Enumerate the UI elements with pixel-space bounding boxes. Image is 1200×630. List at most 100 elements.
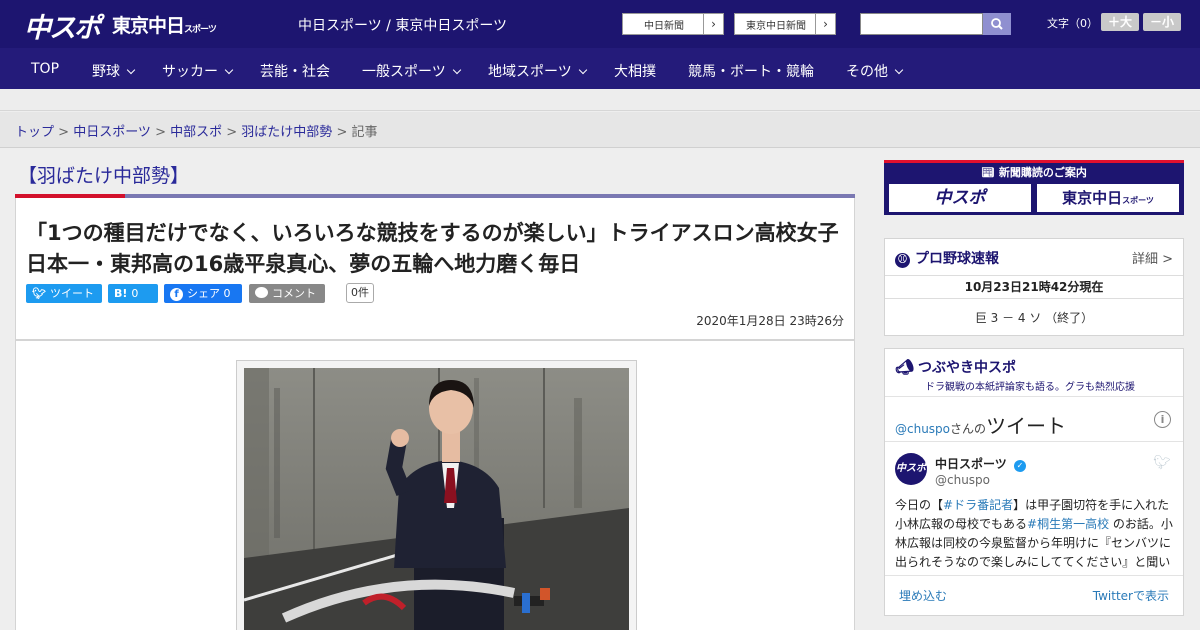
breadcrumb-link-chunichi-sports[interactable]: 中日スポーツ	[73, 125, 151, 140]
chevron-down-icon	[126, 65, 136, 75]
tweet-button[interactable]: 🐦︎ ツイート	[26, 284, 102, 303]
subscription-banner[interactable]: 📰︎ 新聞購読のご案内 中スポ 東京中日スポーツ	[884, 160, 1184, 215]
nav-item-regional-sports[interactable]: 地域スポーツ	[488, 61, 587, 81]
ad-strip	[0, 89, 1200, 111]
article-photo[interactable]	[244, 368, 629, 630]
subscription-title-text: 新聞購読のご案内	[998, 166, 1087, 179]
tweet-account-handle[interactable]: @chuspo	[935, 473, 990, 487]
breadcrumb-bar: トップ > 中日スポーツ > 中部スポ > 羽ばたけ中部勢 > 記事	[0, 112, 1200, 148]
comment-count[interactable]: 0件	[346, 283, 374, 303]
nav-item-baseball[interactable]: 野球	[92, 61, 136, 81]
comment-icon	[255, 287, 268, 298]
tsubuyaki-subtitle: ドラ観戦の本紙評論家も語る。グラも熱烈応援	[925, 382, 1135, 393]
top-header: 中スポ 東京中日スポーツ 中日スポーツ / 東京中日スポーツ 中日新聞 › 東京…	[0, 0, 1200, 48]
subscribe-tokyo-logo-sub: スポーツ	[1122, 196, 1154, 205]
nav-label: 一般スポーツ	[362, 64, 446, 80]
chunichi-shimbun-button[interactable]: 中日新聞 ›	[622, 13, 724, 35]
tokyo-chunichi-logo[interactable]: 東京中日スポーツ	[112, 11, 217, 38]
chevron-down-icon	[894, 65, 904, 75]
article-photo-frame	[236, 360, 637, 630]
nav-item-sumo[interactable]: 大相撲	[614, 61, 656, 81]
newspaper-icon: 📰︎	[981, 166, 999, 179]
breadcrumb-current: 記事	[351, 125, 378, 140]
baseball-score[interactable]: 巨 3 － 4 ソ （終了）	[885, 309, 1183, 326]
pro-baseball-title: ⚾︎ プロ野球速報	[895, 248, 999, 268]
tsubuyaki-widget: 📣︎ つぶやき中スポ ドラ観戦の本紙評論家も語る。グラも熱烈応援 @chuspoさ…	[884, 348, 1184, 616]
tweet-label: ツイート	[49, 287, 94, 300]
chevron-down-icon	[224, 65, 234, 75]
nav-item-general-sports[interactable]: 一般スポーツ	[362, 61, 461, 81]
hatena-bookmark-button[interactable]: B! 0	[108, 284, 158, 303]
twitter-bird-icon[interactable]: 🐦︎	[1153, 455, 1171, 471]
nav-item-top[interactable]: TOP	[31, 61, 59, 77]
section-title: 【羽ばたけ中部勢】	[18, 165, 190, 187]
nav-label: 地域スポーツ	[488, 64, 572, 80]
timeline-word: ツイート	[986, 414, 1067, 438]
timeline-handle-link[interactable]: @chuspo	[895, 422, 950, 436]
nav-label: 野球	[92, 64, 120, 80]
twitter-timeline-header: @chuspoさんのツイート i	[885, 396, 1183, 442]
tokyo-chunichi-shimbun-button[interactable]: 東京中日新聞 ›	[734, 13, 836, 35]
breadcrumb-link-habatake[interactable]: 羽ばたけ中部勢	[241, 125, 332, 140]
facebook-share-label: シェア 0	[187, 287, 231, 300]
nav-label: その他	[846, 64, 888, 80]
chevron-down-icon	[452, 65, 461, 75]
chuspo-logo[interactable]: 中スポ	[24, 6, 101, 45]
site-names: 中日スポーツ / 東京中日スポーツ	[298, 18, 508, 34]
embed-link[interactable]: 埋め込む	[899, 587, 947, 604]
nav-label: 競馬・ボート・競輪	[688, 64, 814, 80]
hashtag-link[interactable]: #ドラ番記者	[943, 498, 1013, 512]
article-headline: 「1つの種目だけでなく、いろいろな競技をするのが楽しい」トライアスロン高校女子日…	[26, 221, 839, 276]
baseball-icon: ⚾︎	[895, 253, 910, 268]
hatena-count: 0	[131, 287, 139, 300]
chevron-down-icon	[578, 65, 587, 75]
breadcrumb-link-top[interactable]: トップ	[15, 125, 54, 140]
comment-button[interactable]: コメント	[249, 284, 325, 303]
tokyo-logo-sub: スポーツ	[184, 25, 217, 35]
breadcrumb: トップ > 中日スポーツ > 中部スポ > 羽ばたけ中部勢 > 記事	[15, 121, 378, 140]
breadcrumb-separator: >	[332, 125, 352, 140]
font-size-increase-button[interactable]: ＋大	[1101, 13, 1139, 31]
tweet-text-part: 今日の【	[895, 498, 944, 512]
timeline-footer: 埋め込む Twitterで表示	[885, 575, 1183, 615]
chevron-right-icon: ›	[815, 14, 835, 34]
nav-label: TOP	[31, 61, 60, 77]
article-photo-card	[15, 340, 855, 630]
account-name-text: 中日スポーツ	[935, 457, 1007, 471]
article-header: 「1つの種目だけでなく、いろいろな競技をするのが楽しい」トライアスロン高校女子日…	[15, 198, 855, 340]
hatena-icon: B!	[114, 287, 128, 300]
nav-label: 芸能・社会	[260, 64, 330, 80]
pro-baseball-widget: ⚾︎ プロ野球速報 詳細 > 10月23日21時42分現在 巨 3 － 4 ソ （…	[884, 238, 1184, 336]
nav-item-soccer[interactable]: サッカー	[162, 61, 234, 81]
comment-label: コメント	[272, 287, 316, 300]
tokyo-logo-text: 東京中日	[112, 15, 185, 37]
info-icon[interactable]: i	[1154, 411, 1171, 428]
chuspo-avatar[interactable]: 中スポ	[895, 453, 927, 485]
view-on-twitter-link[interactable]: Twitterで表示	[1093, 587, 1169, 604]
main-nav: TOP 野球 サッカー 芸能・社会 一般スポーツ 地域スポーツ 大相撲 競馬・ボ…	[0, 48, 1200, 89]
nav-item-other[interactable]: その他	[846, 61, 904, 81]
search-button[interactable]	[983, 13, 1011, 35]
baseball-detail-link[interactable]: 詳細 >	[1132, 248, 1173, 267]
article-date: 2020年1月28日 23時26分	[696, 314, 844, 328]
tweet-text: 今日の【#ドラ番記者】は甲子園切符を手に入れた小林広報の母校でもある#桐生第一高…	[895, 496, 1175, 570]
twitter-icon: 🐦︎	[32, 287, 46, 300]
breadcrumb-link-chubu-spo[interactable]: 中部スポ	[170, 125, 222, 140]
nav-item-racing[interactable]: 競馬・ボート・競輪	[688, 61, 814, 81]
subscribe-tokyo-logo[interactable]: 東京中日スポーツ	[1036, 183, 1180, 213]
nav-label: サッカー	[162, 64, 218, 80]
search-input[interactable]	[860, 13, 983, 35]
breadcrumb-separator: >	[150, 125, 171, 140]
pro-baseball-title-text: プロ野球速報	[915, 251, 999, 267]
facebook-icon: f	[170, 288, 183, 301]
font-size-label: 文字（0）	[1047, 17, 1098, 30]
font-size-decrease-button[interactable]: －小	[1143, 13, 1181, 31]
nav-item-entertainment[interactable]: 芸能・社会	[260, 61, 330, 81]
tweet-account-name[interactable]: 中日スポーツ ✓	[935, 455, 1026, 472]
timeline-suffix: さんの	[950, 422, 987, 436]
subscribe-chuspo-logo[interactable]: 中スポ	[888, 183, 1032, 213]
hashtag-link[interactable]: #桐生第一高校	[1027, 517, 1109, 531]
breadcrumb-separator: >	[54, 125, 74, 140]
facebook-share-button[interactable]: f シェア 0	[164, 284, 242, 303]
breadcrumb-separator: >	[222, 125, 242, 140]
